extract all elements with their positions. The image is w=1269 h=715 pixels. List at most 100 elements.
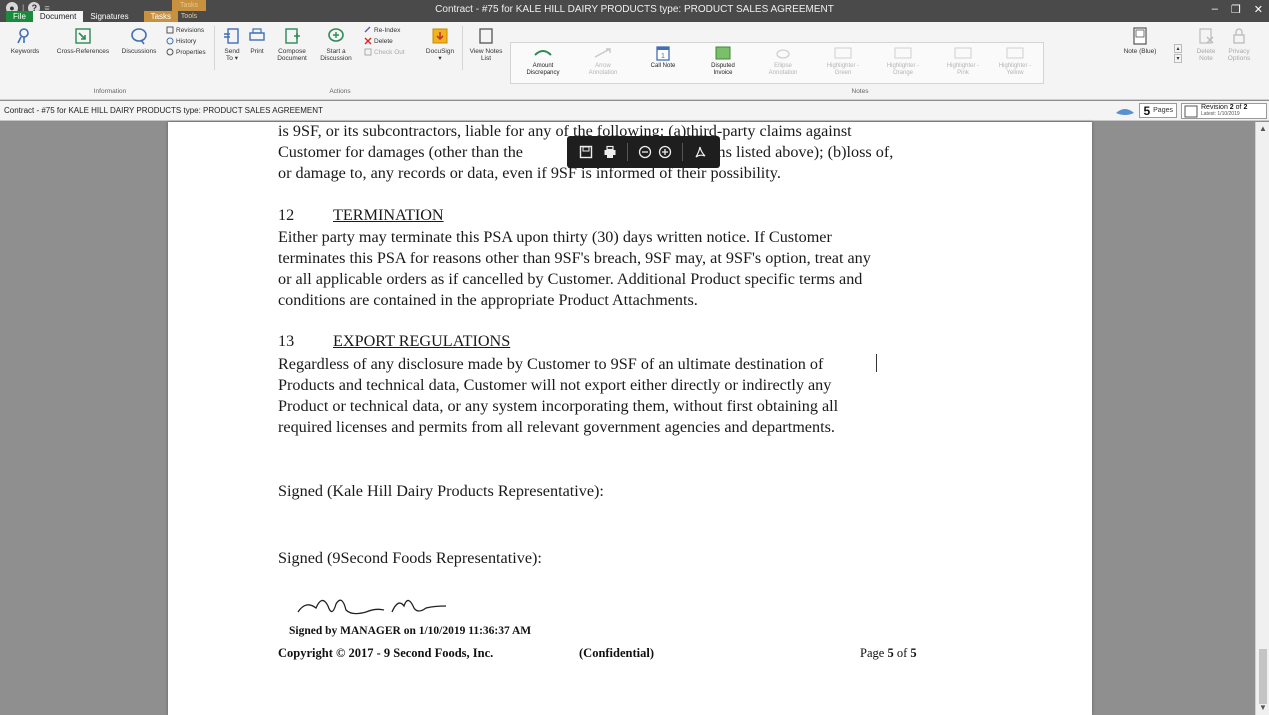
notes-gallery: Amount Discrepancy Arrow Annotation 1 Ca… — [510, 42, 1044, 84]
cross-references-icon — [75, 28, 91, 44]
ribbon-divider — [462, 26, 463, 70]
note-blue-button[interactable]: Note (Blue) — [1112, 26, 1168, 55]
print-button[interactable]: Print — [246, 26, 268, 55]
tab-signatures[interactable]: Signatures — [83, 11, 135, 22]
highlighter-yellow-icon — [1006, 47, 1024, 59]
revision-total: 2 — [1243, 104, 1248, 111]
scroll-down-icon[interactable]: ▼ — [1256, 701, 1269, 715]
paragraph-line: Regardless of any disclosure made by Cus… — [278, 355, 824, 373]
note-label-2: Annotation — [768, 69, 798, 76]
keywords-button[interactable]: Keywords — [8, 26, 42, 55]
start-discussion-label-1: Start a — [326, 48, 346, 55]
compose-document-button[interactable]: Compose Document — [272, 26, 312, 62]
note-disputed-invoice[interactable]: Disputed Invoice — [693, 45, 753, 81]
note-highlighter-orange[interactable]: Highlighter - Orange — [873, 45, 933, 81]
paragraph-line: Either party may terminate this PSA upon… — [278, 228, 832, 246]
page-count-box[interactable]: 5 Pages — [1139, 103, 1177, 118]
minimize-button[interactable]: – — [1212, 3, 1218, 16]
reindex-label: Re-Index — [374, 26, 401, 34]
note-ellipse-annotation[interactable]: Ellipse Annotation — [753, 45, 813, 81]
note-amount-discrepancy[interactable]: Amount Discrepancy — [513, 45, 573, 81]
scroll-up-icon[interactable]: ▲ — [1256, 122, 1269, 136]
delete-note-button[interactable]: Delete Note — [1192, 26, 1220, 62]
note-arrow-annotation[interactable]: Arrow Annotation — [573, 45, 633, 81]
zoom-in-icon[interactable] — [656, 143, 674, 161]
confidential-text: (Confidential) — [579, 646, 654, 660]
view-notes-label-2: List — [480, 55, 492, 62]
print-icon — [249, 28, 265, 41]
tab-file[interactable]: File — [6, 11, 33, 22]
cross-references-button[interactable]: Cross-References — [50, 26, 116, 55]
send-to-button[interactable]: Send To ▾ — [220, 26, 244, 62]
note-label-2: Green — [834, 69, 852, 76]
document-page[interactable]: is 9SF, or its subcontractors, liable fo… — [168, 122, 1092, 715]
save-icon[interactable] — [577, 143, 595, 161]
start-discussion-button[interactable]: Start a Discussion — [316, 26, 356, 62]
keywords-label: Keywords — [10, 48, 40, 55]
application-window: ● | ? ≡ Tasks Tools Contract - #75 for K… — [0, 0, 1269, 715]
revisions-button[interactable]: Revisions — [166, 26, 204, 34]
notes-group-label: Notes — [851, 88, 869, 95]
page-count: 5 Pages — [1114, 103, 1177, 118]
note-highlighter-green[interactable]: Highlighter - Green — [813, 45, 873, 81]
note-label-2: Yellow — [1006, 69, 1024, 76]
handwritten-signature — [297, 599, 447, 615]
tab-tasks[interactable]: Tasks — [143, 11, 179, 22]
start-discussion-label-2: Discussion — [320, 55, 352, 62]
revision-selector[interactable]: Revision 2 of 2 Latest: 1/10/2019 — [1181, 103, 1267, 119]
gallery-scroll[interactable]: ▴ ▾ — [1174, 44, 1182, 63]
view-notes-label-1: View Notes — [469, 48, 503, 55]
zoom-out-icon[interactable] — [636, 143, 654, 161]
highlighter-pink-icon — [954, 47, 972, 59]
reindex-icon — [364, 26, 371, 33]
compose-document-icon — [285, 28, 300, 44]
pdf-icon[interactable] — [691, 143, 709, 161]
close-button[interactable]: ✕ — [1254, 3, 1263, 16]
history-button[interactable]: History — [166, 37, 196, 45]
restore-button[interactable]: ❐ — [1231, 3, 1241, 16]
gallery-down-icon[interactable]: ▾ — [1174, 54, 1182, 63]
signed-by-stamp: Signed by MANAGER on 1/10/2019 11:36:37 … — [289, 625, 532, 637]
reindex-button[interactable]: Re-Index — [364, 26, 400, 34]
delete-note-icon — [1199, 28, 1214, 44]
properties-label: Properties — [176, 48, 206, 56]
view-notes-list-button[interactable]: View Notes List — [466, 26, 506, 62]
discussions-button[interactable]: Discussions — [118, 26, 160, 55]
docusign-button[interactable]: DocuSign ▾ — [422, 26, 458, 62]
privacy-label-2: Options — [1227, 55, 1251, 62]
section-heading-export: 13 EXPORT REGULATIONS — [278, 332, 510, 351]
tab-document[interactable]: Document — [32, 11, 84, 22]
note-highlighter-pink[interactable]: Highlighter - Pink — [933, 45, 993, 81]
page-view-icon[interactable] — [1114, 105, 1136, 117]
check-out-label: Check Out — [374, 48, 405, 56]
properties-button[interactable]: Properties — [166, 48, 206, 56]
document-viewer[interactable]: is 9SF, or its subcontractors, liable fo… — [0, 122, 1255, 715]
privacy-options-button[interactable]: Privacy Options — [1222, 26, 1256, 62]
revisions-icon — [166, 26, 174, 34]
delete-button[interactable]: Delete — [364, 37, 393, 45]
keywords-icon — [17, 28, 29, 44]
note-label-1: Call Note — [650, 63, 676, 69]
print-icon[interactable] — [601, 143, 619, 161]
paragraph-line: Product or technical data, or any system… — [278, 397, 839, 415]
section-title: EXPORT REGULATIONS — [333, 332, 511, 350]
call-note-icon: 1 — [656, 46, 670, 61]
section-title: TERMINATION — [333, 206, 444, 224]
breadcrumb: Contract - #75 for KALE HILL DAIRY PRODU… — [4, 106, 323, 115]
paragraph-fragment: Customer for damages (other than the — [278, 143, 523, 161]
delete-note-label-1: Delete — [1196, 48, 1216, 55]
scrollbar-thumb[interactable] — [1259, 649, 1267, 704]
toolbar-separator — [682, 143, 683, 161]
note-call-note[interactable]: 1 Call Note — [633, 45, 693, 81]
history-label: History — [176, 37, 197, 45]
note-highlighter-yellow[interactable]: Highlighter - Yellow — [985, 45, 1045, 81]
check-out-button[interactable]: Check Out — [364, 48, 405, 56]
document-header-bar: Contract - #75 for KALE HILL DAIRY PRODU… — [0, 101, 1269, 121]
vertical-scrollbar[interactable]: ▲ ▼ — [1255, 122, 1269, 715]
paragraph-line: Products and technical data, Customer wi… — [278, 376, 832, 394]
docusign-dropdown-icon[interactable]: ▾ — [438, 55, 441, 62]
gallery-up-icon[interactable]: ▴ — [1174, 44, 1182, 53]
delete-label: Delete — [374, 37, 393, 45]
discussions-label: Discussions — [121, 48, 157, 55]
lock-icon — [1233, 28, 1245, 44]
